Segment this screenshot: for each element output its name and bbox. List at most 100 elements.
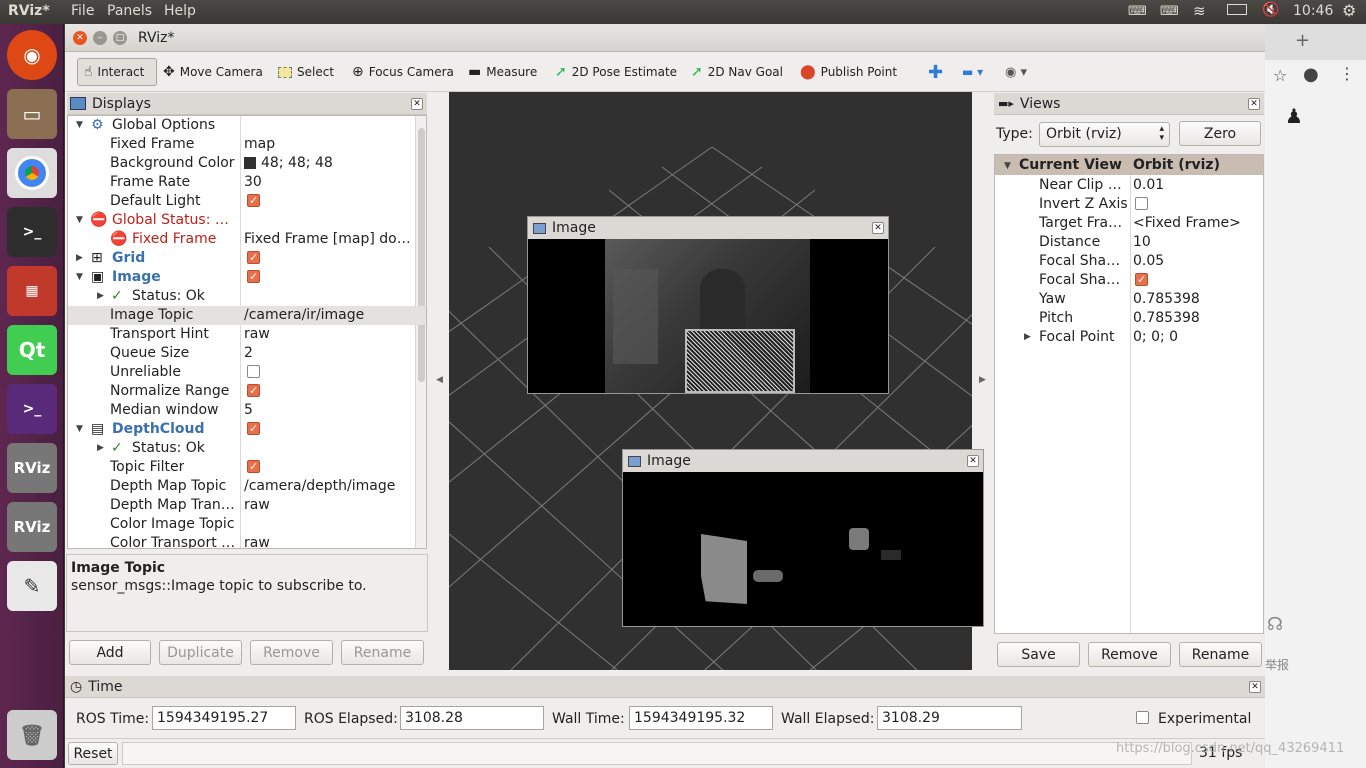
terminal-2-icon[interactable]: >_ xyxy=(7,384,57,434)
qt-creator-icon[interactable]: Qt xyxy=(7,325,57,375)
image-window-ir[interactable]: Image ✕ xyxy=(527,216,889,394)
focal-shape-fixed-checkbox[interactable] xyxy=(1135,271,1148,289)
tree-row-grid[interactable]: ▶ ⊞ Grid xyxy=(68,249,426,268)
tree-row-depthcloud[interactable]: ▼ ▤ DepthCloud xyxy=(68,420,426,439)
rename-view-button[interactable]: Rename xyxy=(1179,642,1262,667)
tree-row-background-color[interactable]: Background Color 48; 48; 48 xyxy=(68,154,426,173)
settings-gear-icon[interactable]: ⚙ xyxy=(1342,1,1356,20)
tree-row-depth-map-topic[interactable]: Depth Map Topic/camera/depth/image xyxy=(68,477,426,496)
measure-tool-button[interactable]: ▬ Measure xyxy=(468,58,537,86)
view-row-target-frame[interactable]: Target Fra… <Fixed Frame> xyxy=(995,214,1263,233)
add-tool-icon[interactable]: ✚ xyxy=(928,58,943,86)
ubuntu-dash-icon[interactable]: ◉ xyxy=(7,30,57,80)
view-row-yaw[interactable]: Yaw 0.785398 xyxy=(995,290,1263,309)
ros-time-field[interactable]: 1594349195.27 xyxy=(152,706,296,730)
keyboard-icon[interactable]: ⌨ xyxy=(1128,4,1147,19)
tree-row-frame-rate[interactable]: Frame Rate 30 xyxy=(68,173,426,192)
tree-row-image-status[interactable]: ▶ ✓ Status: Ok xyxy=(68,287,426,306)
tree-row-global-options[interactable]: ▼ ⚙ Global Options xyxy=(68,116,426,135)
view-row-invert-z[interactable]: Invert Z Axis xyxy=(995,195,1263,214)
tree-row-status-fixed-frame[interactable]: ⛔ Fixed Frame Fixed Frame [map] do… xyxy=(68,230,426,249)
tree-row-normalize-range[interactable]: Normalize Range xyxy=(68,382,426,401)
minimize-icon[interactable]: – xyxy=(93,31,107,45)
rename-display-button[interactable]: Rename xyxy=(341,640,424,665)
close-panel-icon[interactable]: ✕ xyxy=(411,97,423,110)
tree-row-fixed-frame[interactable]: Fixed Frame map xyxy=(68,135,426,154)
remove-tool-icon[interactable]: ▬ ▾ xyxy=(962,58,983,86)
move-camera-tool-button[interactable]: ✥ Move Camera xyxy=(163,58,263,86)
text-editor-icon[interactable]: ✎ xyxy=(7,561,57,611)
clock[interactable]: 10:46 xyxy=(1293,3,1333,19)
tree-row-topic-filter[interactable]: Topic Filter xyxy=(68,458,426,477)
tree-row-transport-hint[interactable]: Transport Hint raw xyxy=(68,325,426,344)
save-view-button[interactable]: Save xyxy=(997,642,1080,667)
reset-button[interactable]: Reset xyxy=(68,742,118,765)
view-row-focal-shape-size[interactable]: Focal Shap… 0.05 xyxy=(995,252,1263,271)
wall-elapsed-field[interactable]: 3108.29 xyxy=(877,706,1022,730)
add-display-button[interactable]: Add xyxy=(69,640,151,665)
tree-row-depthcloud-status[interactable]: ▶ ✓ Status: Ok xyxy=(68,439,426,458)
view-row-pitch[interactable]: Pitch 0.785398 xyxy=(995,309,1263,328)
default-light-checkbox[interactable] xyxy=(247,192,260,210)
image-enabled-checkbox[interactable] xyxy=(247,268,260,286)
tree-row-default-light[interactable]: Default Light xyxy=(68,192,426,211)
menu-panels[interactable]: Panels xyxy=(107,3,152,19)
bookmark-star-icon[interactable]: ☆ xyxy=(1273,66,1287,85)
terminator-icon[interactable]: ▦ xyxy=(7,266,57,316)
menu-file[interactable]: File xyxy=(71,3,94,19)
close-panel-icon[interactable]: ✕ xyxy=(1248,97,1260,110)
rviz-2-icon[interactable]: RViz xyxy=(7,502,57,552)
select-tool-button[interactable]: Select xyxy=(278,58,334,86)
trash-icon[interactable]: 🗑 xyxy=(7,710,57,760)
view-row-near-clip[interactable]: Near Clip … 0.01 xyxy=(995,176,1263,195)
report-icon[interactable]: 举报 xyxy=(1265,656,1289,673)
profile-icon[interactable]: ● xyxy=(1303,64,1319,85)
tree-row-median-window[interactable]: Median window 5 xyxy=(68,401,426,420)
menu-help[interactable]: Help xyxy=(164,3,196,19)
wall-time-field[interactable]: 1594349195.32 xyxy=(629,706,773,730)
close-icon[interactable]: ✕ xyxy=(73,31,87,45)
focus-camera-tool-button[interactable]: ⊕ Focus Camera xyxy=(352,58,454,86)
invert-z-checkbox[interactable] xyxy=(1135,196,1148,210)
publish-point-tool-button[interactable]: ⬤ Publish Point xyxy=(800,58,897,86)
depthcloud-enabled-checkbox[interactable] xyxy=(247,420,260,438)
remove-view-button[interactable]: Remove xyxy=(1088,642,1171,667)
view-type-select[interactable]: Orbit (rviz) ▴ ▾ xyxy=(1039,122,1170,147)
interact-tool-button[interactable]: ☝ Interact xyxy=(77,58,157,86)
new-tab-icon[interactable]: + xyxy=(1295,30,1310,51)
eye-icon[interactable]: ◉ ▾ xyxy=(1005,58,1027,86)
duplicate-display-button[interactable]: Duplicate xyxy=(159,640,242,665)
close-icon[interactable]: ✕ xyxy=(872,222,884,234)
volume-muted-icon[interactable]: 🔇 xyxy=(1262,2,1279,18)
zero-view-button[interactable]: Zero xyxy=(1179,121,1261,146)
chrome-icon[interactable] xyxy=(7,148,57,198)
ros-elapsed-field[interactable]: 3108.28 xyxy=(400,706,544,730)
maximize-icon[interactable]: □ xyxy=(113,31,127,45)
nav-goal-tool-button[interactable]: ➚ 2D Nav Goal xyxy=(691,58,783,86)
image-window-depth[interactable]: Image ✕ xyxy=(622,449,984,627)
tree-row-image[interactable]: ▼ ▣ Image xyxy=(68,268,426,287)
wifi-icon[interactable]: ≋ xyxy=(1193,2,1206,20)
tree-row-color-transport[interactable]: Color Transport … raw xyxy=(68,534,426,548)
tree-row-color-image-topic[interactable]: Color Image Topic xyxy=(68,515,426,534)
close-icon[interactable]: ✕ xyxy=(967,455,979,467)
unreliable-checkbox[interactable] xyxy=(247,364,260,378)
view-row-focal-shape-fixed[interactable]: Focal Shap… xyxy=(995,271,1263,290)
tree-row-unreliable[interactable]: Unreliable xyxy=(68,363,426,382)
tree-row-image-topic[interactable]: Image Topic/camera/ir/image xyxy=(68,306,426,325)
rviz-icon[interactable]: RViz xyxy=(7,443,57,493)
remove-display-button[interactable]: Remove xyxy=(250,640,333,665)
tree-row-queue-size[interactable]: Queue Size 2 xyxy=(68,344,426,363)
current-view-header[interactable]: ▼ Current View Orbit (rviz) xyxy=(995,155,1263,175)
pose-estimate-tool-button[interactable]: ➚ 2D Pose Estimate xyxy=(555,58,677,86)
view-row-focal-point[interactable]: ▶ Focal Point 0; 0; 0 xyxy=(995,328,1263,347)
tree-row-depth-map-transport[interactable]: Depth Map Tran… raw xyxy=(68,496,426,515)
normalize-range-checkbox[interactable] xyxy=(247,382,260,400)
headset-icon[interactable]: ☊ xyxy=(1267,614,1283,635)
files-icon[interactable]: ▭ xyxy=(7,89,57,139)
view-row-distance[interactable]: Distance 10 xyxy=(995,233,1263,252)
terminal-icon[interactable]: >_ xyxy=(7,207,57,257)
tree-row-global-status[interactable]: ▼ ⛔ Global Status: E… xyxy=(68,211,426,230)
left-dock-splitter[interactable]: ◀ xyxy=(430,92,448,670)
close-panel-icon[interactable]: ✕ xyxy=(1249,680,1261,693)
